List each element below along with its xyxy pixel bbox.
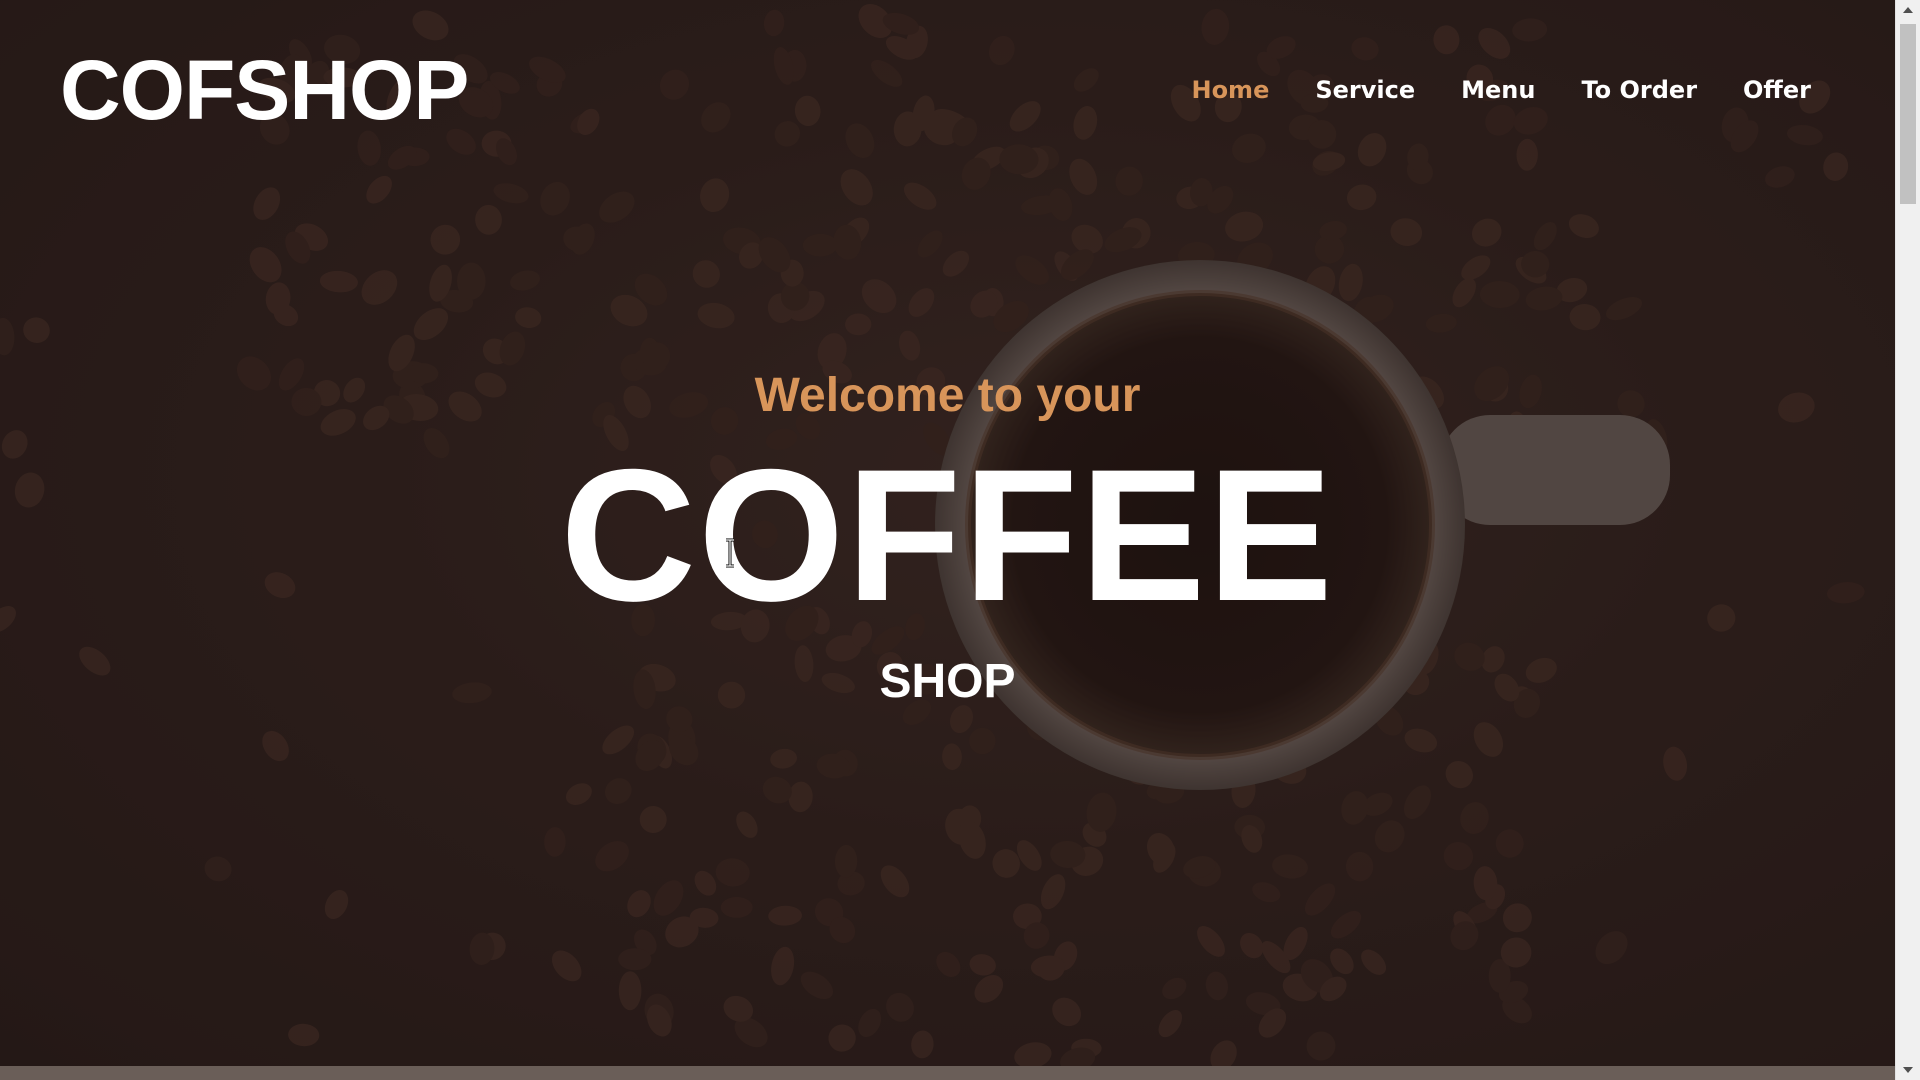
nav-item-menu: Menu — [1461, 70, 1535, 110]
hero-text-block: Welcome to your COFFEE SHOP — [0, 360, 1895, 712]
scrollbar-thumb[interactable] — [1900, 24, 1916, 204]
nav-link-service[interactable]: Service — [1315, 76, 1415, 104]
nav-link-to-order[interactable]: To Order — [1581, 76, 1697, 104]
next-section-edge — [0, 1066, 1895, 1080]
page-viewport: COFSHOP Home Service Menu To Order Offer… — [0, 0, 1895, 1080]
hero-headline: COFFEE — [560, 430, 1335, 640]
main-navigation: Home Service Menu To Order Offer — [1191, 70, 1811, 110]
nav-item-home: Home — [1191, 70, 1269, 110]
text-cursor-icon — [726, 538, 734, 568]
nav-link-offer[interactable]: Offer — [1743, 76, 1811, 104]
scroll-up-arrow-icon[interactable] — [1896, 0, 1920, 20]
nav-item-to-order: To Order — [1581, 70, 1697, 110]
nav-item-offer: Offer — [1743, 70, 1811, 110]
hero-section: COFSHOP Home Service Menu To Order Offer… — [0, 0, 1895, 1066]
nav-link-home[interactable]: Home — [1191, 76, 1269, 104]
scroll-down-arrow-icon[interactable] — [1896, 1060, 1920, 1080]
hero-welcome-text: Welcome to your — [754, 369, 1141, 422]
nav-item-service: Service — [1315, 70, 1415, 110]
site-logo[interactable]: COFSHOP — [60, 40, 469, 140]
hero-subheadline: SHOP — [879, 655, 1016, 708]
vertical-scrollbar[interactable] — [1895, 0, 1920, 1080]
nav-link-menu[interactable]: Menu — [1461, 76, 1535, 104]
